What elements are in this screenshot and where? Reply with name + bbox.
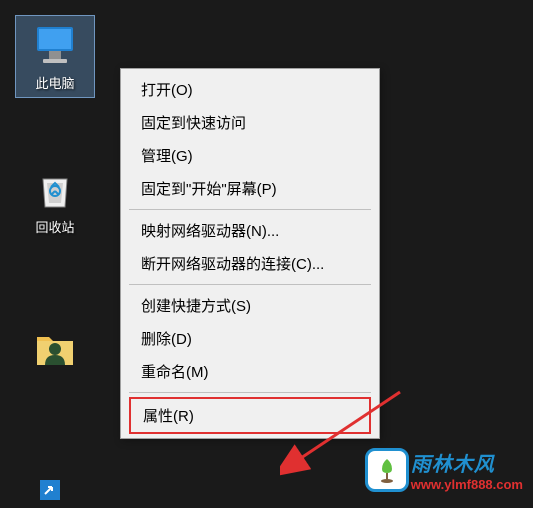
watermark-url: www.ylmf888.com [411, 477, 523, 492]
menu-item-rename[interactable]: 重命名(M) [121, 355, 379, 388]
menu-item-map-drive[interactable]: 映射网络驱动器(N)... [121, 214, 379, 247]
computer-icon [31, 21, 79, 69]
menu-item-delete[interactable]: 删除(D) [121, 322, 379, 355]
watermark-logo-icon [365, 448, 409, 492]
menu-item-pin-start[interactable]: 固定到"开始"屏幕(P) [121, 172, 379, 205]
menu-item-create-shortcut[interactable]: 创建快捷方式(S) [121, 289, 379, 322]
desktop-icon-recycle-bin[interactable]: 回收站 [15, 160, 95, 241]
icon-label: 回收站 [35, 217, 74, 236]
menu-item-properties[interactable]: 属性(R) [129, 397, 371, 434]
menu-separator [129, 209, 371, 210]
watermark: 雨林木风 www.ylmf888.com [365, 448, 523, 492]
desktop-icon-this-pc[interactable]: 此电脑 [15, 15, 95, 98]
shortcut-overlay-icon [40, 480, 60, 500]
folder-user-icon [31, 325, 79, 373]
watermark-title: 雨林木风 [411, 448, 523, 477]
menu-item-disconnect-drive[interactable]: 断开网络驱动器的连接(C)... [121, 247, 379, 280]
recycle-bin-icon [31, 165, 79, 213]
menu-separator [129, 392, 371, 393]
context-menu: 打开(O) 固定到快速访问 管理(G) 固定到"开始"屏幕(P) 映射网络驱动器… [120, 68, 380, 439]
menu-item-pin-quick-access[interactable]: 固定到快速访问 [121, 106, 379, 139]
icon-label: 此电脑 [35, 73, 74, 92]
menu-item-open[interactable]: 打开(O) [121, 73, 379, 106]
desktop-icon-folder[interactable] [15, 320, 95, 382]
menu-item-manage[interactable]: 管理(G) [121, 139, 379, 172]
menu-separator [129, 284, 371, 285]
